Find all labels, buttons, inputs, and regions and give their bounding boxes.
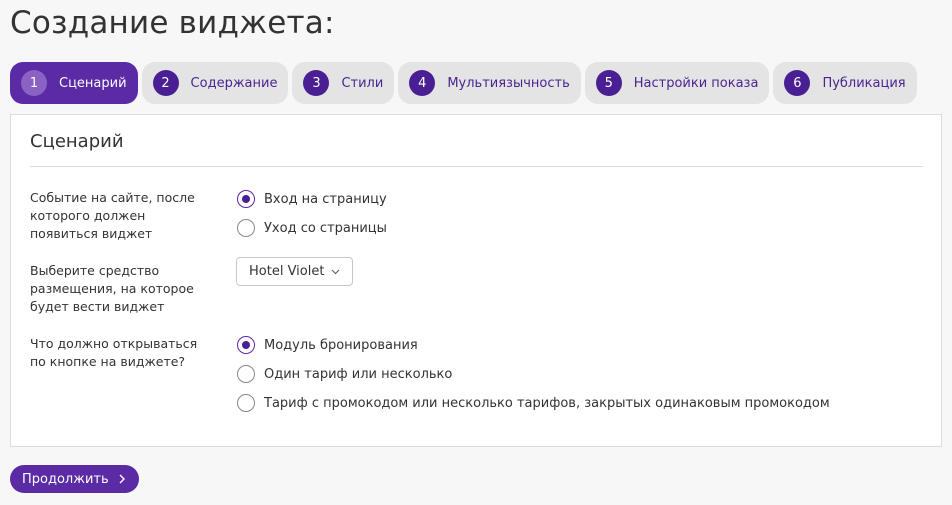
continue-button[interactable]: Продолжить bbox=[10, 465, 139, 493]
property-select-value: Hotel Violet bbox=[249, 264, 325, 279]
panel-divider bbox=[30, 166, 923, 167]
radio-label: Один тариф или несколько bbox=[264, 366, 453, 382]
property-select[interactable]: Hotel Violet bbox=[236, 257, 354, 286]
chevron-right-icon bbox=[119, 474, 125, 484]
panel-title: Сценарий bbox=[30, 131, 124, 152]
radio-one-or-more-rates[interactable]: Один тариф или несколько bbox=[237, 365, 452, 383]
step-multilanguage[interactable]: 4 Мультиязычность bbox=[398, 62, 581, 104]
radio-icon[interactable] bbox=[237, 336, 255, 354]
property-field-label: Выберите средство размещения, на которое… bbox=[30, 263, 194, 314]
step-scenario[interactable]: 1 Сценарий bbox=[10, 62, 138, 104]
radio-label: Модуль бронирования bbox=[264, 337, 418, 353]
event-field-label: Событие на сайте, после которого должен … bbox=[30, 190, 195, 241]
opens-field-label: Что должно открываться по кнопке на видж… bbox=[30, 336, 198, 369]
step-label: Стили bbox=[341, 75, 384, 91]
radio-booking-module[interactable]: Модуль бронирования bbox=[237, 336, 418, 354]
radio-label: Вход на страницу bbox=[264, 191, 387, 207]
continue-label: Продолжить bbox=[22, 471, 109, 487]
chevron-down-icon bbox=[331, 267, 340, 276]
step-number: 1 bbox=[21, 70, 47, 96]
step-styles[interactable]: 3 Стили bbox=[292, 62, 395, 104]
radio-label: Уход со страницы bbox=[264, 220, 387, 236]
step-number: 6 bbox=[784, 70, 811, 96]
step-label: Публикация bbox=[822, 75, 906, 91]
radio-page-leave[interactable]: Уход со страницы bbox=[237, 219, 387, 237]
step-number: 3 bbox=[303, 70, 330, 96]
step-label: Настройки показа bbox=[633, 75, 759, 91]
step-display-settings[interactable]: 5 Настройки показа bbox=[584, 62, 770, 104]
wizard-steps: 1 Сценарий 2 Содержание 3 Стили 4 Мульти… bbox=[10, 62, 917, 104]
step-publication[interactable]: 6 Публикация bbox=[773, 62, 917, 104]
radio-icon[interactable] bbox=[237, 365, 255, 383]
step-label: Содержание bbox=[190, 75, 278, 91]
step-label: Мультиязычность bbox=[447, 75, 570, 91]
step-number: 5 bbox=[595, 70, 622, 96]
radio-promo-rates[interactable]: Тариф с промокодом или несколько тарифов… bbox=[237, 394, 830, 412]
scenario-panel: Сценарий Событие на сайте, после которог… bbox=[10, 114, 942, 447]
radio-icon[interactable] bbox=[237, 219, 255, 237]
page-title: Создание виджета: bbox=[10, 5, 335, 41]
radio-icon[interactable] bbox=[237, 190, 255, 208]
radio-icon[interactable] bbox=[237, 394, 255, 412]
step-content[interactable]: 2 Содержание bbox=[141, 62, 289, 104]
step-number: 4 bbox=[409, 70, 436, 96]
step-number: 2 bbox=[152, 70, 179, 96]
radio-label: Тариф с промокодом или несколько тарифов… bbox=[264, 395, 830, 411]
step-label: Сценарий bbox=[59, 75, 127, 91]
radio-page-enter[interactable]: Вход на страницу bbox=[237, 190, 387, 208]
